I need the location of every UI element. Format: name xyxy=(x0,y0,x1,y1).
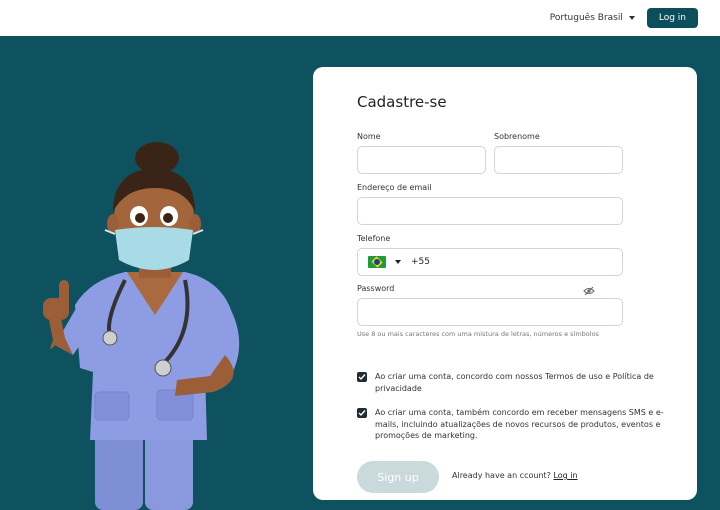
sms-checkbox[interactable] xyxy=(357,408,367,418)
phone-input[interactable]: +55 xyxy=(357,248,623,276)
phone-label: Telefone xyxy=(357,234,391,243)
email-input[interactable] xyxy=(357,197,623,225)
signup-card: Cadastre-se Nome Sobrenome Endereço de e… xyxy=(313,67,697,500)
chevron-down-icon xyxy=(628,16,635,20)
email-label: Endereço de email xyxy=(357,183,432,192)
checkmark-icon xyxy=(358,374,366,381)
eye-off-icon[interactable] xyxy=(583,286,595,296)
login-link[interactable]: Log in xyxy=(553,471,577,480)
already-have-account: Already have an ccount? Log in xyxy=(452,471,578,480)
terms-consent-row: Ao criar uma conta, concordo com nossos … xyxy=(357,371,665,394)
chevron-down-icon[interactable] xyxy=(395,260,401,264)
last-name-label: Sobrenome xyxy=(494,132,540,141)
sign-up-button[interactable]: Sign up xyxy=(357,461,439,493)
language-selector[interactable]: Português Brasil xyxy=(550,13,635,23)
nurse-illustration xyxy=(43,142,240,510)
terms-text: Ao criar uma conta, concordo com nossos … xyxy=(375,372,654,393)
sms-consent-text: Ao criar uma conta, também concordo em r… xyxy=(375,408,664,440)
password-hint: Use 8 ou mais caracteres com uma mistura… xyxy=(357,330,599,338)
sms-consent-row: Ao criar uma conta, também concordo em r… xyxy=(357,407,665,442)
page-title: Cadastre-se xyxy=(357,93,447,111)
already-text: Already have an ccount? xyxy=(452,471,551,480)
phone-prefix: +55 xyxy=(411,257,430,267)
login-button[interactable]: Log in xyxy=(646,8,698,28)
top-navigation-bar: Português Brasil Log in xyxy=(0,0,720,36)
password-label: Password xyxy=(357,284,395,293)
last-name-input[interactable] xyxy=(494,146,623,174)
first-name-input[interactable] xyxy=(357,146,486,174)
password-input[interactable] xyxy=(357,298,623,326)
checkmark-icon xyxy=(358,410,366,417)
brazil-flag-icon[interactable] xyxy=(368,256,386,268)
terms-checkbox[interactable] xyxy=(357,372,367,382)
first-name-label: Nome xyxy=(357,132,381,141)
language-label: Português Brasil xyxy=(549,13,623,23)
